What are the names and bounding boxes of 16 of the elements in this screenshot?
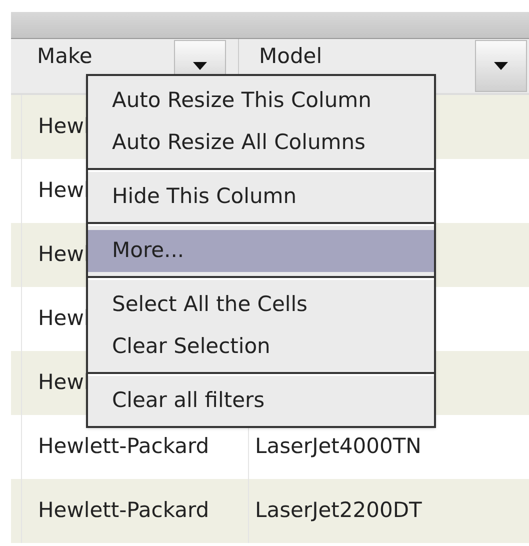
column-header[interactable]: Make <box>37 42 174 70</box>
menu-item[interactable]: Auto Resize This Column <box>88 80 434 122</box>
menu-item[interactable]: Auto Resize All Columns <box>88 122 434 164</box>
table-cell-text: Hewlett-Packard <box>38 433 210 460</box>
table-cell-text: LaserJet2200DT <box>255 497 422 524</box>
menu-item[interactable]: More... <box>88 230 434 272</box>
table-cell-text: Hewlett-Packard <box>38 497 210 524</box>
menu-item[interactable]: Hide This Column <box>88 176 434 218</box>
menu-item[interactable]: Select All the Cells <box>88 284 434 326</box>
menu-item[interactable]: Clear Selection <box>88 326 434 368</box>
column-header[interactable]: Model <box>259 42 475 70</box>
table-cell-text: LaserJet4000TN <box>255 433 422 460</box>
filter-dropdown-button[interactable] <box>475 40 527 92</box>
menu-item[interactable]: Clear all filters <box>88 380 434 422</box>
caret-icon <box>494 62 508 70</box>
caret-icon <box>193 62 207 70</box>
